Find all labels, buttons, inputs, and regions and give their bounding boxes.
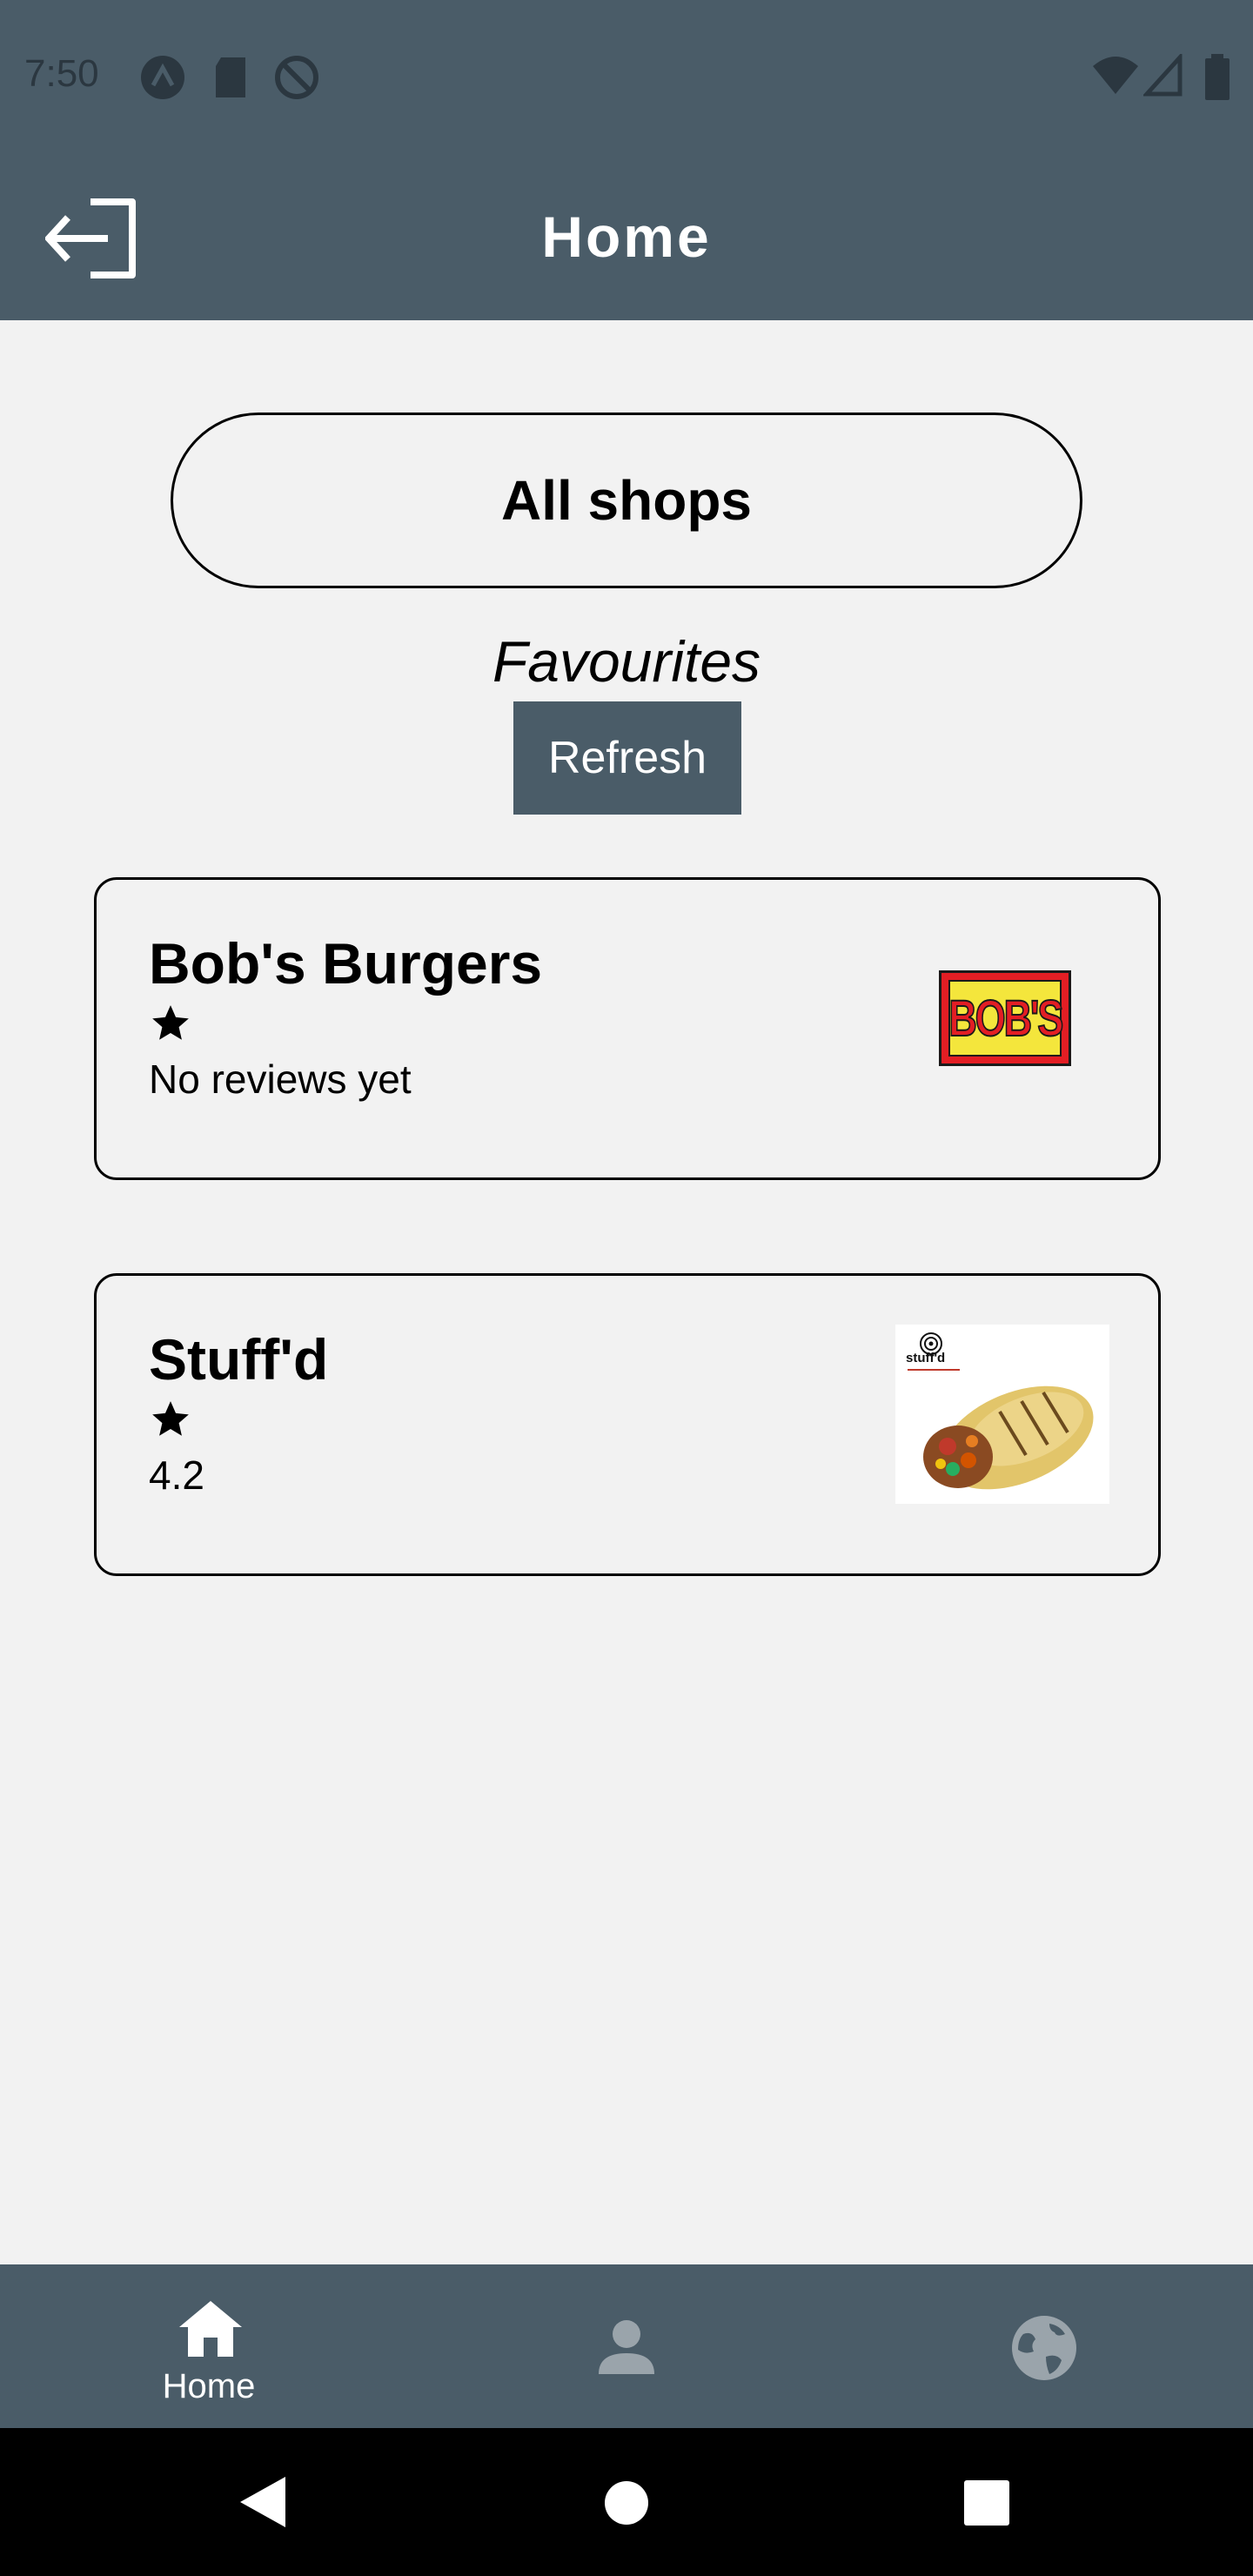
person-icon	[599, 2320, 654, 2374]
bottom-nav: Home	[0, 2264, 1253, 2428]
recents-icon[interactable]	[964, 2480, 1009, 2526]
nav-item-explore[interactable]	[835, 2264, 1253, 2428]
refresh-button[interactable]: Refresh	[513, 701, 741, 815]
shop-card-stuffd[interactable]: Stuff'd 4.2 stuff'd	[94, 1273, 1161, 1576]
sd-card-icon	[216, 57, 245, 97]
do-not-disturb-icon	[275, 56, 318, 99]
shop-logo-image: stuff'd	[895, 1325, 1109, 1504]
signal-icon	[1143, 54, 1183, 97]
nav-item-profile[interactable]	[418, 2264, 835, 2428]
logo-text: stuff'd	[906, 1351, 946, 1365]
back-icon[interactable]	[238, 2475, 287, 2529]
star-icon	[152, 1005, 189, 1040]
shop-rating: No reviews yet	[149, 1057, 412, 1102]
shop-card-bobs-burgers[interactable]: Bob's Burgers No reviews yet BOB'S	[94, 877, 1161, 1180]
favourites-title: Favourites	[492, 629, 761, 694]
home-icon	[179, 2301, 242, 2357]
page-title: Home	[541, 205, 712, 269]
status-time: 7:50	[24, 52, 99, 95]
all-shops-button[interactable]: All shops	[171, 413, 1082, 588]
app-notification-icon	[141, 56, 184, 99]
star-icon	[152, 1401, 189, 1436]
system-nav-bar	[0, 2428, 1253, 2576]
wifi-icon	[1093, 57, 1138, 94]
battery-icon	[1205, 54, 1230, 100]
home-circle-icon[interactable]	[604, 2480, 649, 2526]
nav-label: Home	[162, 2367, 256, 2405]
nav-item-home[interactable]: Home	[0, 2264, 418, 2428]
shop-name: Stuff'd	[149, 1327, 329, 1392]
shop-rating: 4.2	[149, 1452, 204, 1498]
globe-icon	[1012, 2316, 1076, 2380]
shop-logo-image: BOB'S	[939, 970, 1071, 1066]
app-bar: Home	[0, 150, 1253, 320]
status-bar: 7:50	[0, 0, 1253, 150]
logo-text: BOB'S	[948, 989, 1064, 1048]
shop-name: Bob's Burgers	[149, 931, 543, 996]
